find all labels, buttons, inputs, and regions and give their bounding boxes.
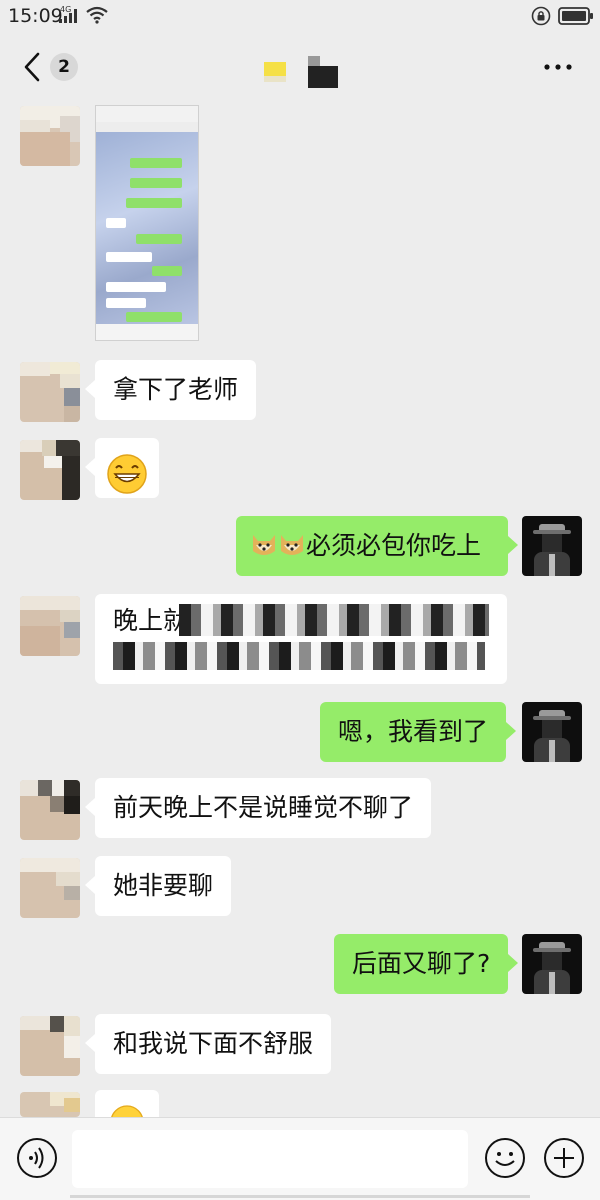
redaction-mosaic (113, 642, 485, 670)
message-text: 拿下了老师 (113, 375, 239, 404)
voice-icon[interactable] (16, 1137, 58, 1179)
message-text: 嗯，我看到了 (338, 717, 489, 746)
contact-avatar[interactable] (20, 596, 80, 656)
message-bubble[interactable]: 她非要聊 (84, 856, 232, 916)
smile-face-icon (111, 1105, 143, 1117)
message-bubble[interactable]: 嗯，我看到了 (320, 702, 517, 762)
input-bar (0, 1117, 600, 1200)
redaction-mosaic (179, 604, 489, 636)
plus-icon[interactable] (543, 1137, 585, 1179)
message-text: 和我说下面不舒服 (113, 1029, 314, 1058)
message-input[interactable] (72, 1130, 468, 1188)
contact-avatar[interactable] (20, 1016, 80, 1076)
wifi-icon (86, 6, 108, 24)
contact-avatar[interactable] (20, 858, 80, 918)
home-indicator (70, 1195, 530, 1198)
chat-header: 2 (0, 34, 600, 100)
message-bubble[interactable] (95, 1090, 159, 1117)
chat-title (264, 56, 344, 88)
contact-avatar[interactable] (20, 1092, 80, 1117)
message-text: 必须必包你吃上 (306, 531, 482, 560)
contact-avatar[interactable] (20, 106, 80, 166)
message-bubble[interactable]: 拿下了老师 (84, 360, 257, 420)
message-bubble[interactable]: 后面又聊了? (334, 934, 519, 994)
battery-icon (558, 7, 593, 25)
status-bar: 15:09 4G (0, 0, 600, 34)
contact-avatar[interactable] (20, 440, 80, 500)
contact-avatar[interactable] (20, 780, 80, 840)
self-avatar[interactable] (522, 934, 582, 994)
message-bubble[interactable]: 必须必包你吃上 (236, 516, 518, 576)
message-bubble[interactable]: 前天晚上不是说睡觉不聊了 (84, 778, 432, 838)
message-text: 前天晚上不是说睡觉不聊了 (113, 793, 414, 822)
grinning-face-icon (107, 453, 147, 494)
doge-icon (281, 535, 303, 555)
status-time: 15:09 (8, 5, 63, 27)
emoji-icon[interactable] (484, 1137, 526, 1179)
chevron-left-icon[interactable] (22, 52, 42, 82)
more-dots-icon[interactable] (543, 62, 573, 72)
message-bubble[interactable]: 晚上就换着... (95, 594, 507, 684)
message-text: 后面又聊了? (352, 949, 491, 978)
unread-count-badge[interactable]: 2 (50, 53, 78, 81)
message-text: 她非要聊 (113, 871, 214, 900)
message-image[interactable] (95, 105, 199, 341)
contact-avatar[interactable] (20, 362, 80, 422)
lock-icon (531, 6, 551, 26)
self-avatar[interactable] (522, 516, 582, 576)
signal-icon (59, 9, 77, 23)
message-bubble[interactable]: 和我说下面不舒服 (84, 1014, 332, 1074)
message-bubble[interactable] (85, 438, 159, 498)
doge-icon (253, 535, 275, 555)
self-avatar[interactable] (522, 702, 582, 762)
